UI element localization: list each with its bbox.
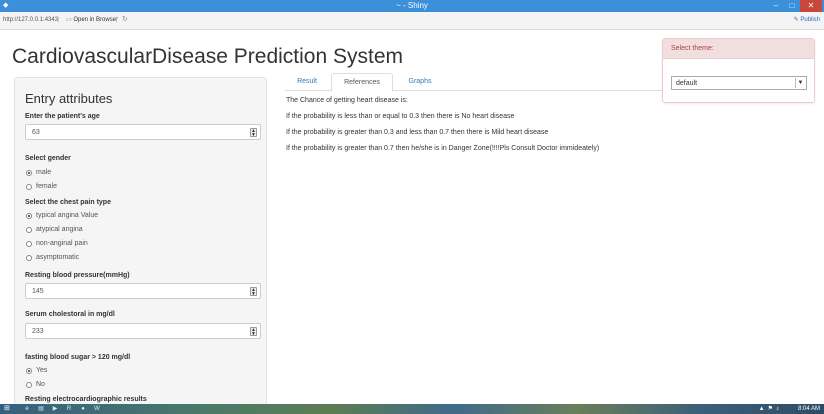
fasting-sugar-option-label: No <box>36 381 45 388</box>
browser-icon: ▭ <box>66 17 72 23</box>
age-stepper-icon[interactable]: ▲ ▼ <box>250 128 257 138</box>
blood-pressure-label: Resting blood pressure(mmHg) <box>25 272 130 279</box>
reference-line: If the probability is less than or equal… <box>286 113 515 120</box>
tab-references[interactable]: References <box>331 73 393 92</box>
reference-line: If the probability is greater than 0.7 t… <box>286 145 600 152</box>
radio-checked-icon[interactable] <box>26 212 32 219</box>
start-icon[interactable]: ⊞ <box>4 405 14 413</box>
window-title: ~ - Shiny <box>396 1 428 10</box>
tab-result[interactable]: Result <box>289 73 325 91</box>
maximize-button[interactable]: □ <box>784 0 800 12</box>
fasting-sugar-radio-no[interactable]: No <box>26 380 45 389</box>
chest-pain-radio-atypical[interactable]: atypical angina <box>26 225 83 234</box>
sidebar-panel: Entry attributes Enter the patient's age… <box>14 77 267 407</box>
radio-unchecked-icon[interactable] <box>26 254 32 261</box>
os-taskbar: ⊞ e ▤ ▶ R ● W ▲⚑♪ 8:04 AM <box>0 404 824 414</box>
separator: | <box>116 17 118 23</box>
radio-unchecked-icon[interactable] <box>26 226 32 233</box>
cholesterol-input[interactable] <box>32 327 232 336</box>
gender-radio-female[interactable]: female <box>26 182 57 191</box>
chest-pain-option-label: typical angina Value <box>36 212 99 219</box>
page-title: CardiovascularDisease Prediction System <box>12 45 403 68</box>
media-icon[interactable]: ▶ <box>50 405 60 413</box>
chest-pain-option-label: non-anginal pain <box>36 240 88 247</box>
cholesterol-input-wrapper[interactable]: ▲▼ <box>25 323 261 339</box>
ecg-label: Resting electrocardiographic results <box>25 396 147 403</box>
chest-pain-radio-non-anginal[interactable]: non-anginal pain <box>26 239 88 248</box>
open-in-browser-label: Open in Browser <box>73 17 119 23</box>
radio-unchecked-icon[interactable] <box>26 240 32 247</box>
taskbar-clock[interactable]: 8:04 AM <box>798 405 820 413</box>
cholesterol-stepper-icon[interactable]: ▲ ▼ <box>250 327 257 337</box>
chevron-down-icon[interactable]: ▼ <box>795 78 805 88</box>
separator: | <box>58 17 60 23</box>
chest-pain-radio-asymptomatic[interactable]: asymptomatic <box>26 253 79 262</box>
cholesterol-label: Serum cholestoral in mg/dl <box>25 311 115 318</box>
explorer-icon[interactable]: ▤ <box>36 405 46 413</box>
radio-unchecked-icon[interactable] <box>26 183 32 190</box>
radio-unchecked-icon[interactable] <box>26 381 32 388</box>
publish-icon: ✎ <box>793 17 799 23</box>
fasting-sugar-option-label: Yes <box>36 367 48 374</box>
system-tray-icons[interactable]: ▲⚑♪ <box>759 405 782 413</box>
window-controls: – □ ✕ <box>768 0 822 12</box>
radio-checked-icon[interactable] <box>26 367 32 374</box>
minimize-button[interactable]: – <box>768 0 784 12</box>
word-icon[interactable]: W <box>92 405 102 413</box>
blood-pressure-stepper-icon[interactable]: ▲ ▼ <box>250 287 257 297</box>
url-text[interactable]: http://127.0.0.1:4343 <box>3 16 58 25</box>
close-button[interactable]: ✕ <box>800 0 822 12</box>
refresh-icon[interactable]: ↻ <box>122 15 128 25</box>
sidebar-heading: Entry attributes <box>25 91 113 106</box>
gender-label: Select gender <box>25 155 71 162</box>
theme-selector-label: Select theme: <box>663 39 814 59</box>
ie-icon[interactable]: e <box>22 405 32 413</box>
gender-radio-male[interactable]: male <box>26 168 51 177</box>
age-label: Enter the patient's age <box>25 113 100 120</box>
chest-pain-option-label: asymptomatic <box>36 254 80 261</box>
radio-checked-icon[interactable] <box>26 169 32 176</box>
theme-selector-panel: Select theme: default ▼ <box>662 38 815 103</box>
theme-select-value: default <box>676 80 698 87</box>
window-titlebar: ◆ ~ - Shiny – □ ✕ <box>0 0 824 12</box>
publish-button[interactable]: ✎ Publish <box>794 16 820 25</box>
reference-line: The Chance of getting heart disease is: <box>286 97 408 104</box>
rstudio-icon[interactable]: R <box>64 405 74 413</box>
gender-option-label: female <box>36 183 58 190</box>
reference-line: If the probability is greater than 0.3 a… <box>286 129 549 136</box>
gender-option-label: male <box>36 169 52 176</box>
theme-select[interactable]: default ▼ <box>671 76 807 90</box>
blood-pressure-input-wrapper[interactable]: ▲▼ <box>25 283 261 299</box>
chest-pain-radio-typical[interactable]: typical angina Value <box>26 211 98 220</box>
fasting-sugar-label: fasting blood sugar > 120 mg/dl <box>25 354 131 361</box>
open-in-browser-button[interactable]: ▭ Open in Browser <box>66 15 118 25</box>
age-input-wrapper[interactable]: ▲▼ <box>25 124 261 140</box>
publish-label: Publish <box>800 17 820 23</box>
address-bar: http://127.0.0.1:4343 | ▭ Open in Browse… <box>0 12 824 30</box>
app-icon[interactable]: ● <box>78 405 88 413</box>
chest-pain-option-label: atypical angina <box>36 226 83 233</box>
fasting-sugar-radio-yes[interactable]: Yes <box>26 366 47 375</box>
age-input[interactable] <box>32 128 232 137</box>
blood-pressure-input[interactable] <box>32 287 232 296</box>
tab-graphs[interactable]: Graphs <box>399 73 441 91</box>
chest-pain-label: Select the chest pain type <box>25 199 111 206</box>
